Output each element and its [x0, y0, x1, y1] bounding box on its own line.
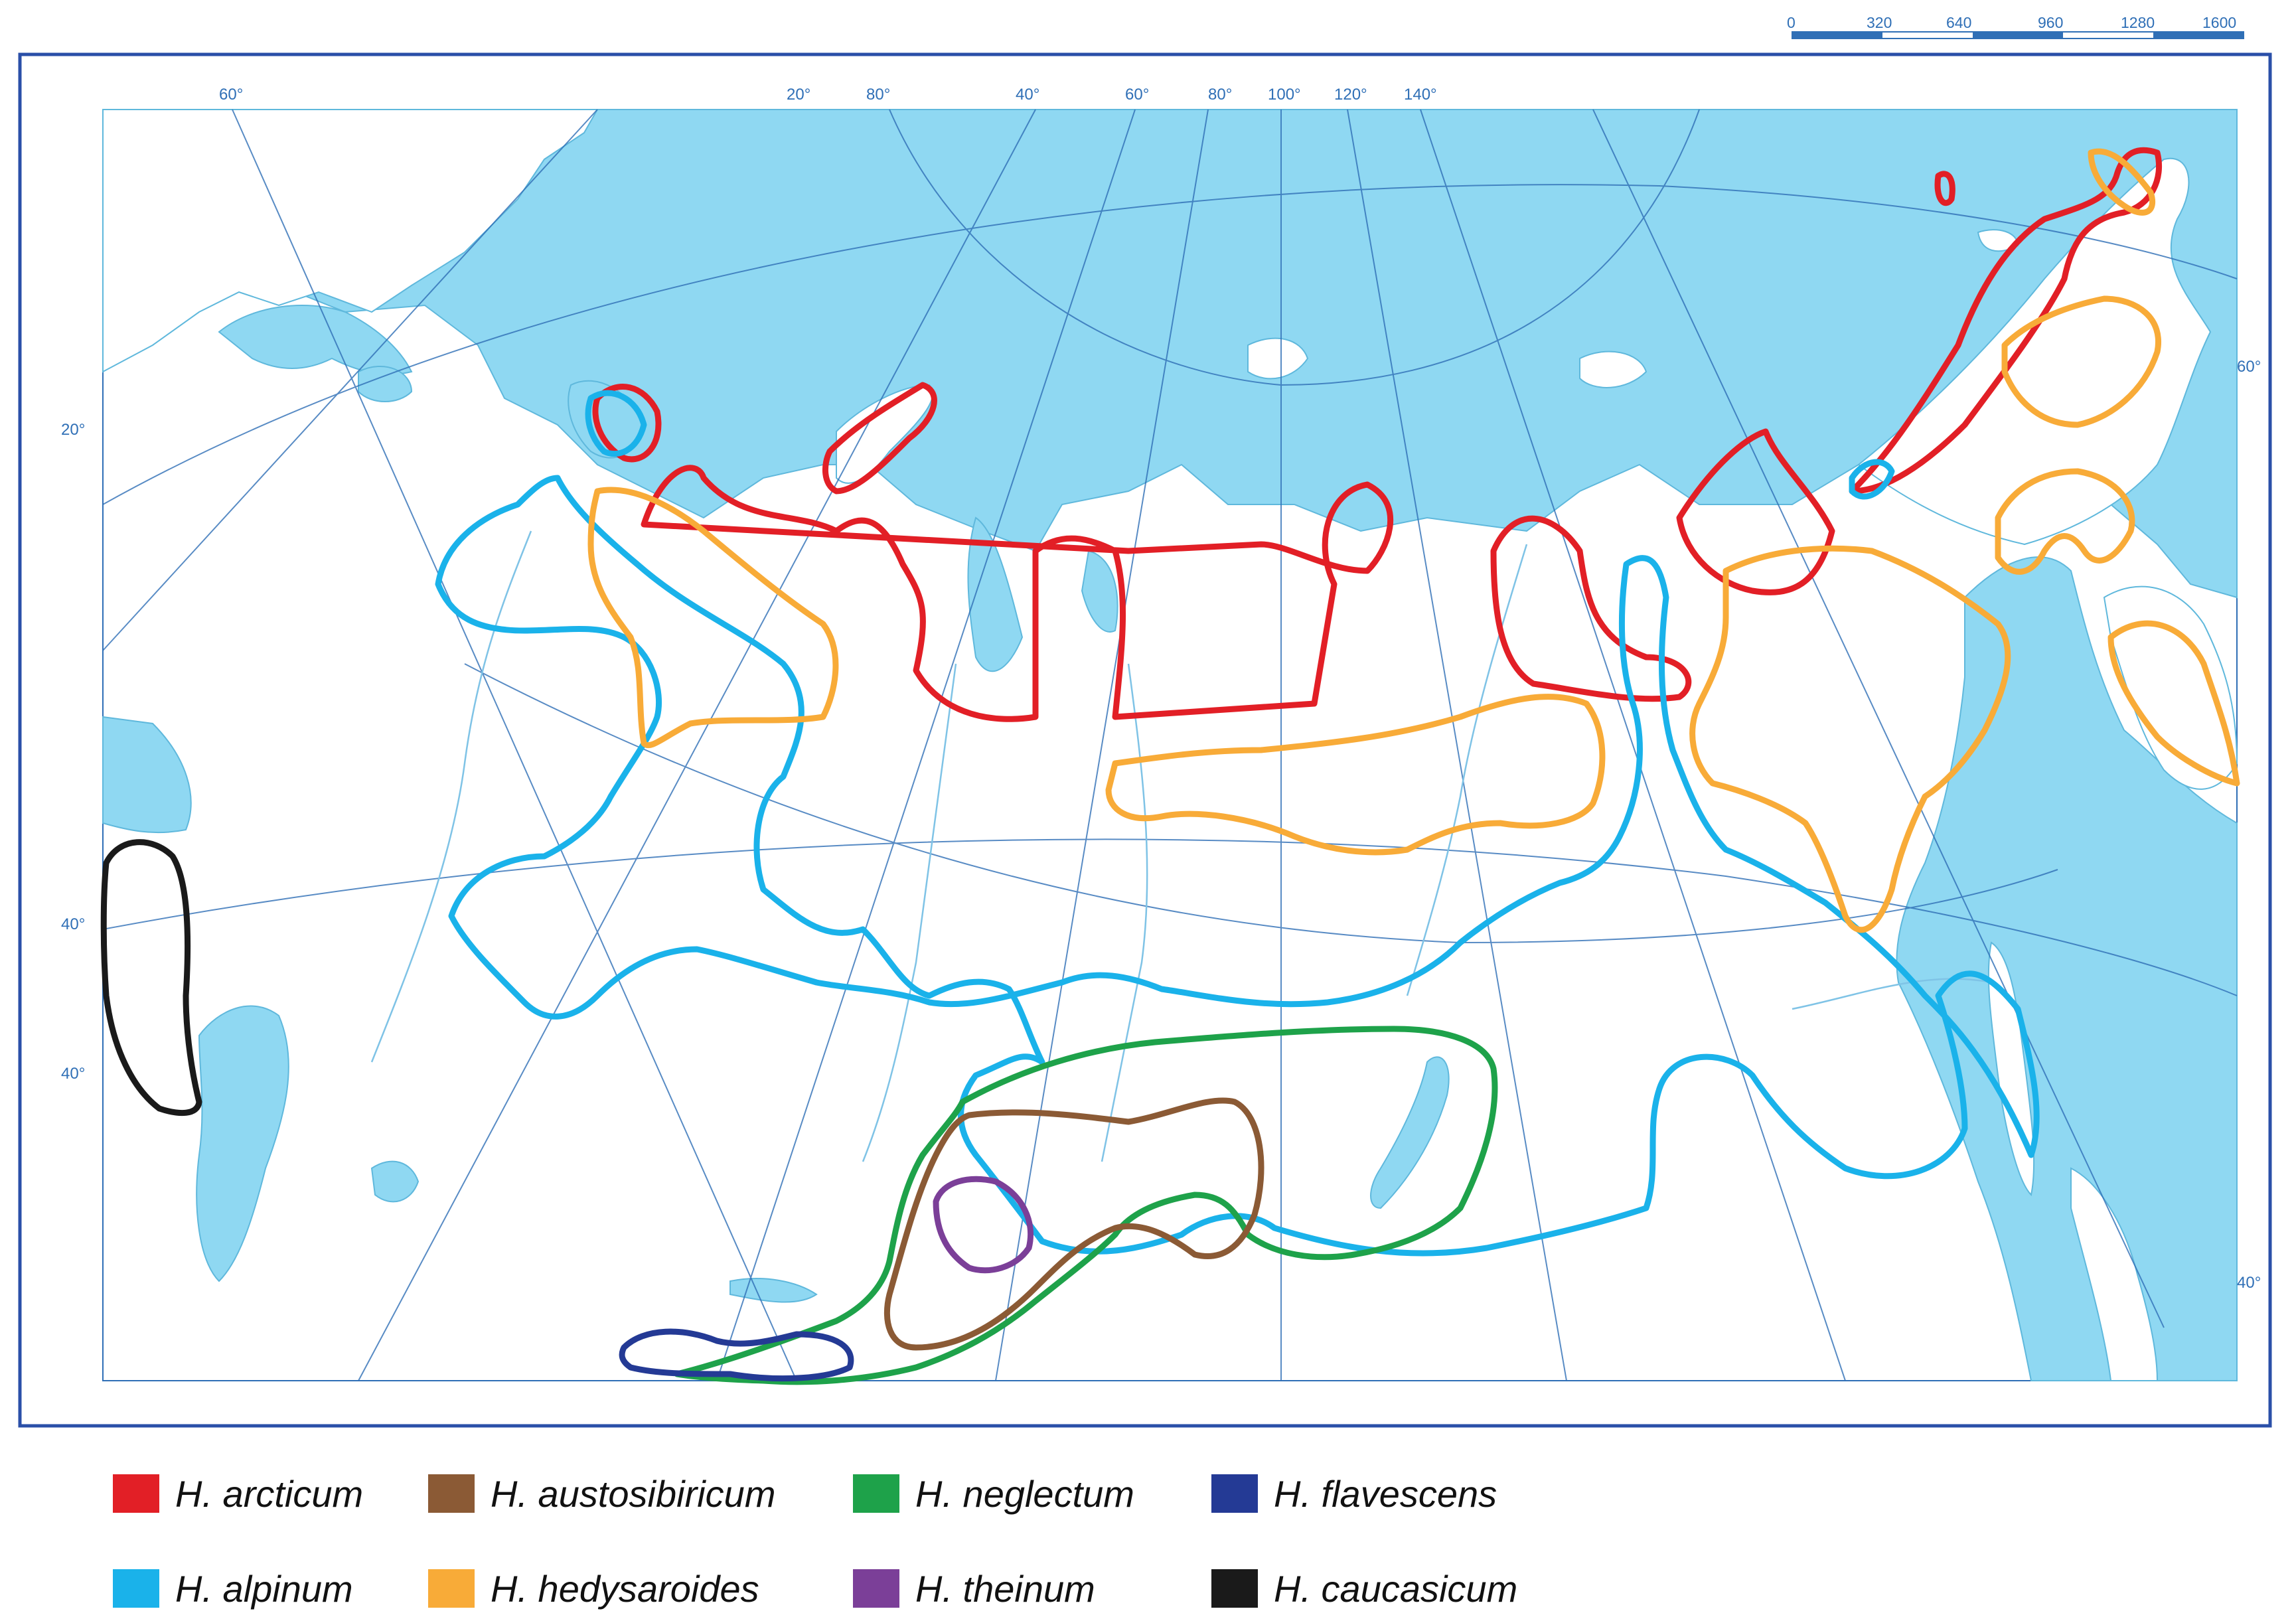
legend-label-alpinum: H. alpinum [175, 1567, 353, 1610]
legend-item-austosibiricum: H. austosibiricum [428, 1470, 775, 1517]
legend-item-theinum: H. theinum [853, 1565, 1095, 1612]
coord-left-2: 40° [61, 915, 85, 933]
scale-tick-1600: 1600 [2202, 14, 2236, 31]
legend-label-caucasicum: H. caucasicum [1274, 1567, 1518, 1610]
legend-item-arcticum: H. arcticum [113, 1470, 363, 1517]
coord-top-6: 80° [1208, 86, 1232, 104]
range-map: 60° 20° 80° 40° 60° 80° 100° 120° 140° 2… [18, 14, 2272, 1428]
scale-tick-1280: 1280 [2121, 14, 2155, 31]
scale-tick-0: 0 [1787, 14, 1796, 31]
coord-top-4: 40° [1016, 86, 1039, 104]
coord-right-1: 60° [2237, 358, 2261, 376]
legend-swatch-arcticum [113, 1474, 159, 1513]
legend-label-austosibiricum: H. austosibiricum [491, 1472, 776, 1515]
legend-item-hedysaroides: H. hedysaroides [428, 1565, 759, 1612]
legend-label-flavescens: H. flavescens [1274, 1472, 1497, 1515]
legend-swatch-neglectum [853, 1474, 899, 1513]
legend-label-arcticum: H. arcticum [175, 1472, 364, 1515]
legend-item-alpinum: H. alpinum [113, 1565, 353, 1612]
coord-left-1: 20° [61, 421, 85, 439]
legend-swatch-caucasicum [1211, 1569, 1258, 1608]
legend-item-caucasicum: H. caucasicum [1211, 1565, 1517, 1612]
scale-tick-960: 960 [2038, 14, 2063, 31]
coord-left-3: 40° [61, 1065, 85, 1083]
coord-top-5: 60° [1125, 86, 1149, 104]
legend-item-neglectum: H. neglectum [853, 1470, 1134, 1517]
coord-top-8: 120° [1334, 86, 1367, 104]
legend-label-theinum: H. theinum [915, 1567, 1095, 1610]
coord-top-3: 80° [866, 86, 890, 104]
scale-bar: 0 320 640 960 1280 1600 [1787, 14, 2244, 39]
legend-swatch-flavescens [1211, 1474, 1258, 1513]
legend-swatch-austosibiricum [428, 1474, 475, 1513]
legend-swatch-alpinum [113, 1569, 159, 1608]
coord-top-9: 140° [1404, 86, 1437, 104]
coord-right-2: 40° [2237, 1274, 2261, 1292]
coord-top-2: 20° [787, 86, 810, 104]
coord-top-1: 60° [219, 86, 243, 104]
legend-swatch-hedysaroides [428, 1569, 475, 1608]
legend-label-neglectum: H. neglectum [915, 1472, 1134, 1515]
scale-tick-640: 640 [1946, 14, 1971, 31]
legend-swatch-theinum [853, 1569, 899, 1608]
legend-item-flavescens: H. flavescens [1211, 1470, 1497, 1517]
coord-top-7: 100° [1268, 86, 1301, 104]
legend-label-hedysaroides: H. hedysaroides [491, 1567, 759, 1610]
scale-tick-320: 320 [1867, 14, 1892, 31]
